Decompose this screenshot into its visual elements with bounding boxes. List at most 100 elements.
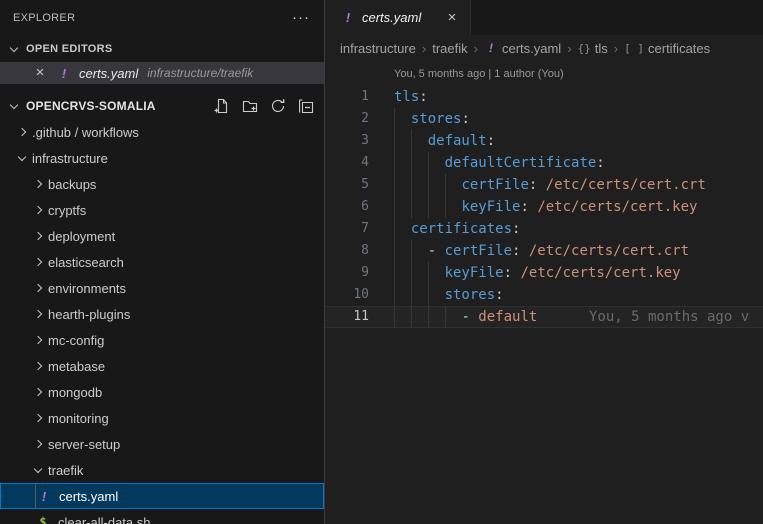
code-line-10[interactable]: 10 stores: [325,284,763,306]
yaml-value: /etc/certs/cert.crt [520,243,689,259]
yaml-value: /etc/certs/cert.key [512,265,681,281]
code-token: - [428,243,445,259]
close-editor-icon[interactable]: × [33,66,47,80]
refresh-icon[interactable] [270,98,286,114]
chevron-right-icon [34,414,42,422]
tree-item-server-setup[interactable]: server-setup [0,431,324,457]
yaml-key: defaultCertificate [445,155,597,171]
codelens-annotation[interactable]: You, 5 months ago | 1 author (You) [325,61,763,86]
workspace-root-header[interactable]: OPENCRVS-SOMALIA [0,93,324,119]
code-line-2[interactable]: 2 stores: [325,108,763,130]
tree-item-label: mongodb [48,385,102,400]
tree-item-infrastructure[interactable]: infrastructure [0,145,324,171]
tree-item-metabase[interactable]: metabase [0,353,324,379]
chevron-right-icon [34,206,42,214]
tree-item-elasticsearch[interactable]: elasticsearch [0,249,324,275]
indent-guide [394,284,395,306]
yaml-value: /etc/certs/cert.key [529,199,698,215]
explorer-toolbar [214,98,314,114]
tree-item-label: mc-config [48,333,104,348]
tree-indent-guide [35,484,36,508]
tree-item-traefik[interactable]: traefik [0,457,324,483]
code-line-3[interactable]: 3 default: [325,130,763,152]
workspace-root-name: OPENCRVS-SOMALIA [26,99,156,113]
code-token: : [419,89,427,105]
breadcrumb-item-certs-yaml[interactable]: !certs.yaml [484,41,561,56]
indent-guide [394,196,395,218]
open-editors-section-header[interactable]: OPEN EDITORS [0,36,324,62]
indent-guide [411,262,412,284]
tree-item-monitoring[interactable]: monitoring [0,405,324,431]
new-file-icon[interactable] [214,98,230,114]
breadcrumb-item-traefik[interactable]: traefik [432,41,467,56]
open-editors-label: OPEN EDITORS [26,43,113,55]
line-number: 4 [325,152,369,174]
chevron-down-icon [10,43,18,51]
indent-guide [428,196,429,218]
indent-guide [394,174,395,196]
line-number: 8 [325,240,369,262]
tree-item-deployment[interactable]: deployment [0,223,324,249]
tree-item-label: backups [48,177,96,192]
tab-certs-yaml[interactable]: ! certs.yaml × [325,0,471,35]
indent-guide [394,152,395,174]
close-tab-icon[interactable]: × [444,9,460,26]
line-number: 7 [325,218,369,240]
tree-item-backups[interactable]: backups [0,171,324,197]
indent-guide [411,240,412,262]
tree-item-environments[interactable]: environments [0,275,324,301]
breadcrumb-item-infrastructure[interactable]: infrastructure [340,41,416,56]
indent-guide [411,284,412,306]
code-token: : [504,265,512,281]
breadcrumb-item-certificates[interactable]: [ ]certificates [624,41,710,56]
open-editor-path: infrastructure/traefik [147,66,253,80]
line-number: 6 [325,196,369,218]
indent-guide [394,108,395,130]
tree-item-label: deployment [48,229,115,244]
code-line-4[interactable]: 4 defaultCertificate: [325,152,763,174]
code-line-7[interactable]: 7 certificates: [325,218,763,240]
tree-item-label: environments [48,281,126,296]
indent-guide [394,130,395,152]
chevron-right-icon [34,180,42,188]
tree-item-certs-yaml[interactable]: !certs.yaml [0,483,324,509]
tab-title: certs.yaml [362,10,421,25]
yaml-warning-icon: ! [341,10,355,25]
yaml-key: keyFile [461,199,520,215]
chevron-right-icon [34,440,42,448]
open-editor-filename: certs.yaml [79,66,138,81]
code-line-6[interactable]: 6 keyFile: /etc/certs/cert.key [325,196,763,218]
more-actions-icon[interactable]: ··· [292,13,310,23]
symbol-icon: {} [578,42,591,55]
tree-item-hearth-plugins[interactable]: hearth-plugins [0,301,324,327]
open-editor-item-certs-yaml[interactable]: × ! certs.yaml infrastructure/traefik [0,62,324,84]
yaml-warning-icon: ! [57,66,71,81]
code-token [394,287,445,303]
indent-guide [428,152,429,174]
code-line-11[interactable]: 11 - defaultYou, 5 months ago v [325,306,763,328]
tree-item-cryptfs[interactable]: cryptfs [0,197,324,223]
yaml-warning-icon: ! [484,41,498,55]
code-line-9[interactable]: 9 keyFile: /etc/certs/cert.key [325,262,763,284]
code-line-1[interactable]: 1tls: [325,86,763,108]
tree-item-mc-config[interactable]: mc-config [0,327,324,353]
yaml-key: keyFile [445,265,504,281]
code-token: : [487,133,495,149]
tree-item-clear-all-data-sh[interactable]: $clear-all-data.sh [0,509,324,524]
collapse-all-icon[interactable] [298,98,314,114]
breadcrumb-item-tls[interactable]: {} tls [578,41,608,56]
tree-item-label: cryptfs [48,203,86,218]
new-folder-icon[interactable] [242,98,258,114]
breadcrumb-label: tls [595,41,608,56]
tree-item--github-workflows[interactable]: .github / workflows [0,119,324,145]
chevron-right-icon [34,232,42,240]
breadcrumb-label: certificates [648,41,710,56]
tree-item-mongodb[interactable]: mongodb [0,379,324,405]
line-number: 1 [325,86,369,108]
line-number: 5 [325,174,369,196]
code-line-5[interactable]: 5 certFile: /etc/certs/cert.crt [325,174,763,196]
code-lines: 1tls:2 stores:3 default:4 defaultCertifi… [325,86,763,328]
code-line-8[interactable]: 8 - certFile: /etc/certs/cert.crt [325,240,763,262]
vscode-window: EXPLORER ··· OPEN EDITORS × ! certs.yaml… [0,0,763,524]
indent-guide [394,218,395,240]
